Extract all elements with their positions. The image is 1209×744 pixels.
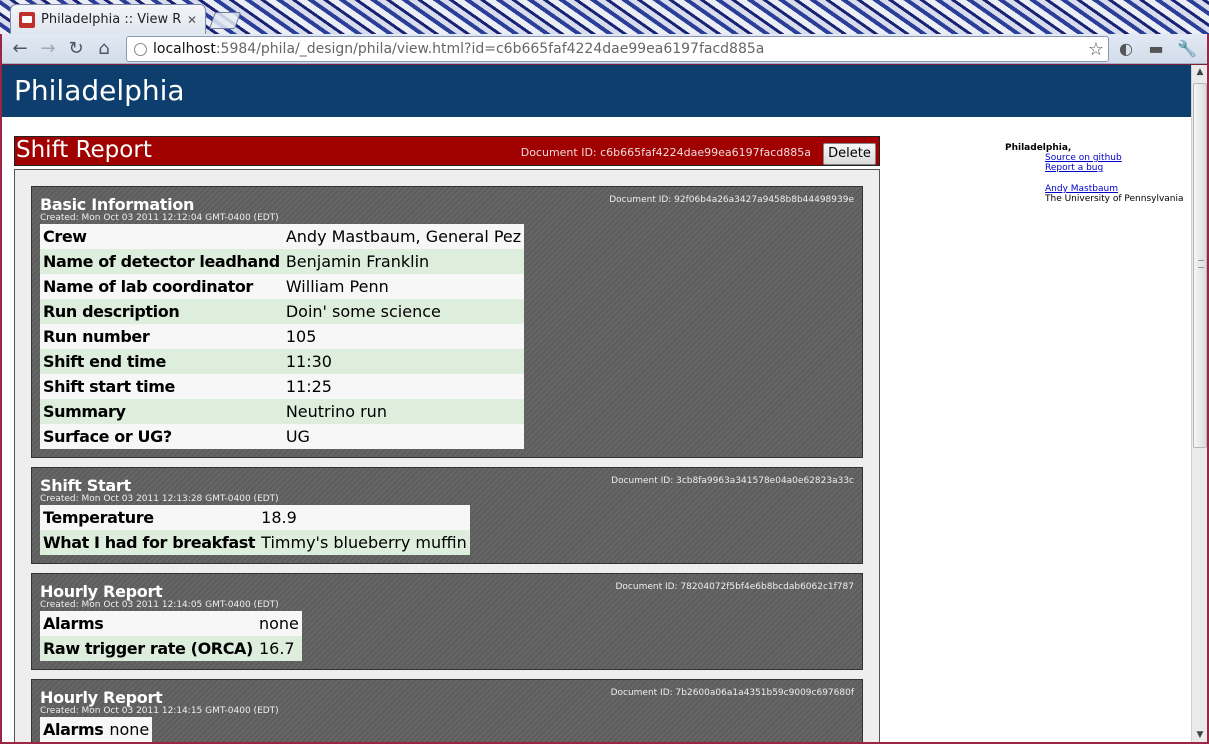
entry-hourly-report: Hourly Report Created: Mon Oct 03 2011 1… <box>31 679 863 742</box>
field-name: Name of detector leadhand <box>40 249 283 274</box>
scroll-up-arrow-icon[interactable]: ▲ <box>1192 65 1208 79</box>
field-name: Summary <box>40 399 283 424</box>
entry-created: Created: Mon Oct 03 2011 12:12:04 GMT-04… <box>40 213 279 223</box>
field-name: Name of lab coordinator <box>40 274 283 299</box>
delete-button[interactable]: Delete <box>823 143 876 165</box>
entry-created: Created: Mon Oct 03 2011 12:13:28 GMT-04… <box>40 494 279 504</box>
scroll-thumb[interactable] <box>1193 83 1207 448</box>
url-text: localhost:5984/phila/_design/phila/view.… <box>153 41 764 57</box>
entry-basic-information: Basic Information Created: Mon Oct 03 20… <box>31 186 863 458</box>
field-value: 11:30 <box>282 349 525 374</box>
field-name: Alarms <box>40 717 107 742</box>
entry-doc-id: Document ID: 92f06b4a26a3427a9458b8b4449… <box>609 195 854 205</box>
author-link[interactable]: Andy Mastbaum <box>1045 184 1184 194</box>
field-name: Surface or UG? <box>40 424 283 449</box>
field-value: none <box>255 611 302 636</box>
scroll-down-arrow-icon[interactable]: ▼ <box>1192 728 1208 742</box>
extension-globe-icon[interactable]: ◐ <box>1116 39 1136 59</box>
field-value: none <box>106 717 153 742</box>
field-value: 11:25 <box>282 374 525 399</box>
sidebar: Philadelphia, Source on github Report a … <box>1005 143 1184 204</box>
field-name: Run description <box>40 299 283 324</box>
field-name: Run number <box>40 324 283 349</box>
home-icon[interactable]: ⌂ <box>92 37 116 61</box>
back-icon[interactable]: ← <box>8 37 32 61</box>
field-name: What I had for breakfast <box>40 530 259 555</box>
address-bar[interactable]: localhost:5984/phila/_design/phila/view.… <box>126 36 1109 62</box>
page-info-icon[interactable] <box>134 43 147 56</box>
browser-tab[interactable]: Philadelphia :: View R... ✕ <box>10 4 206 34</box>
main-content: Shift Report Document ID: c6b665faf4224d… <box>14 136 880 742</box>
entry-created: Created: Mon Oct 03 2011 12:14:05 GMT-04… <box>40 600 279 610</box>
table-row: Name of lab coordinator William Penn <box>40 274 525 299</box>
entry-shift-start: Shift Start Created: Mon Oct 03 2011 12:… <box>31 467 863 564</box>
entry-doc-id: Document ID: 3cb8fa9963a341578e04a0e6282… <box>611 476 854 486</box>
source-link[interactable]: Source on github <box>1045 153 1184 163</box>
field-value: UG <box>282 424 525 449</box>
entry-table: Temperature 18.9 What I had for breakfast… <box>40 505 470 555</box>
report-doc-id: Document ID: c6b665faf4224dae99ea6197fac… <box>520 146 811 159</box>
table-row: Summary Neutrino run <box>40 399 525 424</box>
field-name: Crew <box>40 224 283 249</box>
report-title: Shift Report <box>16 137 152 163</box>
table-row: Alarms none <box>40 611 302 636</box>
field-name: Shift end time <box>40 349 283 374</box>
entry-table: Alarms none Raw trigger rate (ORCA) 16.7 <box>40 611 302 661</box>
tab-title: Philadelphia :: View R... <box>41 12 181 27</box>
url-path: :5984/phila/_design/phila/view.html?id=c… <box>215 41 765 57</box>
field-value: Benjamin Franklin <box>282 249 525 274</box>
favicon-icon <box>19 11 35 28</box>
entry-created: Created: Mon Oct 03 2011 12:14:15 GMT-04… <box>40 706 279 716</box>
table-row: Crew Andy Mastbaum, General Pez <box>40 224 525 249</box>
table-row: What I had for breakfast Timmy's blueberr… <box>40 530 470 555</box>
table-row: Run description Doin' some science <box>40 299 525 324</box>
table-row: Shift start time 11:25 <box>40 374 525 399</box>
page-viewport: Philadelphia Shift Report Document ID: c… <box>2 65 1191 742</box>
site-title: Philadelphia <box>14 74 185 107</box>
field-value: 105 <box>282 324 525 349</box>
field-value: Doin' some science <box>282 299 525 324</box>
report-body: Basic Information Created: Mon Oct 03 20… <box>14 169 880 742</box>
table-row: Temperature 18.9 <box>40 505 470 530</box>
table-row: Run number 105 <box>40 324 525 349</box>
field-value: Andy Mastbaum, General Pez <box>282 224 525 249</box>
tab-strip: Philadelphia :: View R... ✕ <box>0 0 1209 34</box>
vertical-scrollbar[interactable]: ▲ ▼ <box>1191 65 1207 742</box>
entry-hourly-report: Hourly Report Created: Mon Oct 03 2011 1… <box>31 573 863 670</box>
field-name: Alarms <box>40 611 256 636</box>
entry-doc-id: Document ID: 78204072f5bf4e6b8bcdab6062c… <box>615 582 854 592</box>
field-value: 16.7 <box>255 636 302 661</box>
url-host: localhost <box>153 41 216 57</box>
report-header: Shift Report Document ID: c6b665faf4224d… <box>14 136 880 166</box>
field-value: Timmy's blueberry muffin <box>258 530 470 555</box>
site-header: Philadelphia <box>2 65 1191 117</box>
grip-icon <box>1198 260 1204 268</box>
sidebar-title: Philadelphia, <box>1005 143 1072 153</box>
table-row: Shift end time 11:30 <box>40 349 525 374</box>
table-row: Alarms none <box>40 717 153 742</box>
field-value: Neutrino run <box>282 399 525 424</box>
table-row: Raw trigger rate (ORCA) 16.7 <box>40 636 302 661</box>
field-value: William Penn <box>282 274 525 299</box>
entry-table: Crew Andy Mastbaum, General Pez Name of d… <box>40 224 525 449</box>
reload-icon[interactable]: ↻ <box>64 37 88 61</box>
entry-table: Alarms none <box>40 717 153 742</box>
affiliation-text: The University of Pennsylvania <box>1045 194 1184 204</box>
wrench-menu-icon[interactable]: 🔧 <box>1177 39 1197 59</box>
new-tab-button[interactable] <box>208 12 242 29</box>
bookmark-star-icon[interactable]: ☆ <box>1088 39 1104 60</box>
table-row: Name of detector leadhand Benjamin Frankl… <box>40 249 525 274</box>
field-name: Raw trigger rate (ORCA) <box>40 636 256 661</box>
entry-doc-id: Document ID: 7b2600a06a1a4351b59c9009c69… <box>610 688 854 698</box>
browser-toolbar: ← → ↻ ⌂ localhost:5984/phila/_design/phi… <box>2 34 1207 64</box>
extension-mask-icon[interactable]: ▬ <box>1146 39 1166 59</box>
report-bug-link[interactable]: Report a bug <box>1045 163 1184 173</box>
field-value: 18.9 <box>258 505 470 530</box>
forward-icon[interactable]: → <box>36 37 60 61</box>
close-tab-icon[interactable]: ✕ <box>187 13 197 27</box>
field-name: Shift start time <box>40 374 283 399</box>
field-name: Temperature <box>40 505 259 530</box>
table-row: Surface or UG? UG <box>40 424 525 449</box>
